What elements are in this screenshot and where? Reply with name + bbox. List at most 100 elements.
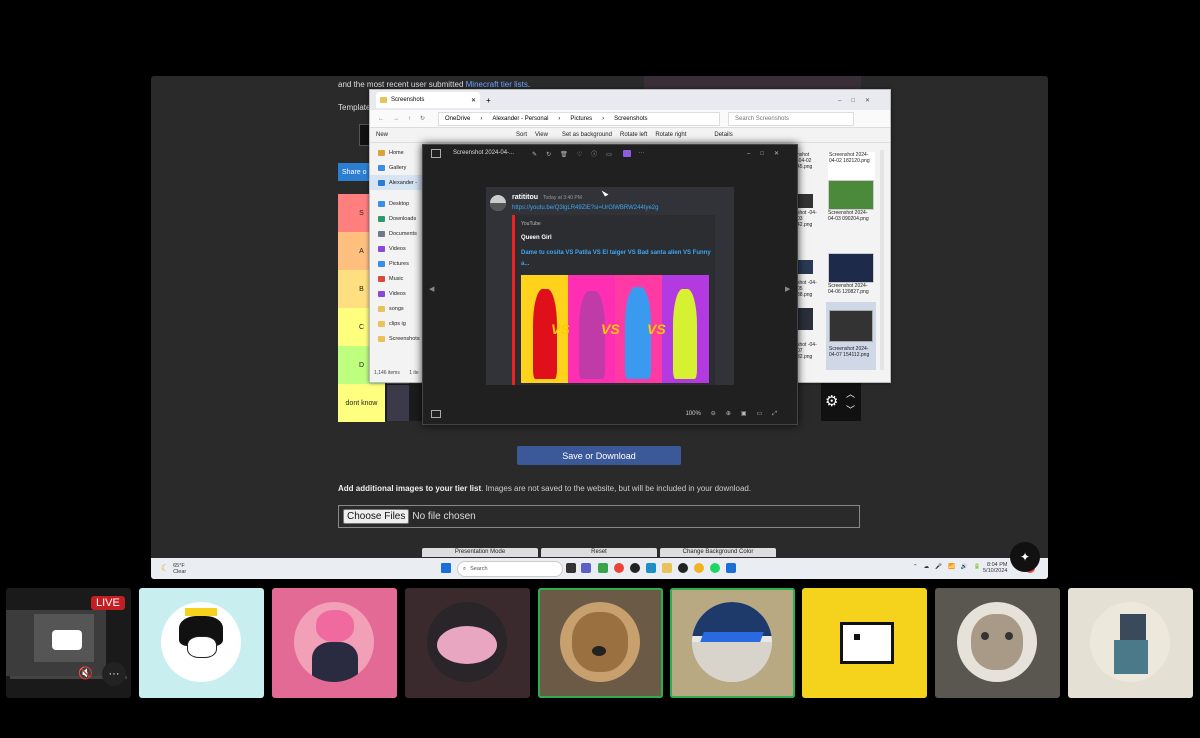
share-button[interactable]: Share o <box>338 163 370 181</box>
sidebar-item-3[interactable]: Alexander - <box>370 175 425 190</box>
task-view-icon[interactable] <box>566 563 576 573</box>
participant-tile-4[interactable] <box>538 588 663 698</box>
window-controls[interactable]: –□✕ <box>838 97 880 104</box>
choose-files-button[interactable]: Choose Files <box>343 509 410 524</box>
sidebar-item-6[interactable]: Documents <box>370 226 425 241</box>
sidebar-item-2[interactable]: Gallery <box>370 160 425 175</box>
breadcrumb-onedrive[interactable]: OneDrive <box>445 116 470 122</box>
presentation-mode-button[interactable]: Presentation Mode <box>422 548 538 557</box>
more-options-icon[interactable]: ··· <box>639 150 645 156</box>
explorer-icon[interactable] <box>662 563 672 573</box>
sidebar-item-10[interactable]: Videos <box>370 286 425 301</box>
sort-button[interactable]: Sort <box>516 132 527 138</box>
youtube-link[interactable]: https://youtu.be/Q3lgLR49ZlE?si=UrGlWBRW… <box>512 205 658 211</box>
explorer-tab[interactable]: Screenshots ✕ <box>376 92 480 108</box>
breadcrumb[interactable]: OneDrive › Alexander - Personal › Pictures… <box>438 111 721 126</box>
clipchamp-icon[interactable] <box>622 149 631 157</box>
minecraft-icon[interactable] <box>598 563 608 573</box>
taskbar-clock[interactable]: 8:04 PM 5/10/2024 <box>983 562 1007 574</box>
participant-tile-6[interactable] <box>802 588 927 698</box>
view-button[interactable]: View <box>535 132 548 138</box>
sidebar-item-4[interactable]: Desktop <box>370 196 425 211</box>
sidebar-item-1[interactable]: Home <box>370 145 425 160</box>
browser-icon[interactable] <box>614 563 624 573</box>
file-thumbnail[interactable] <box>828 253 874 283</box>
close-tab-icon[interactable]: ✕ <box>471 97 476 104</box>
reset-button[interactable]: Reset <box>541 548 657 557</box>
sidebar-item-13[interactable]: Screenshots <box>370 331 425 346</box>
embed-video-title[interactable]: Dame tu cosita VS Patila VS El taiger VS… <box>521 248 711 270</box>
mute-icon[interactable]: 🔇 <box>78 666 93 680</box>
video-thumbnail[interactable]: VS VS VS <box>521 275 709 383</box>
file-thumbnail[interactable] <box>797 260 813 274</box>
sidebar-item-5[interactable]: Downloads <box>370 211 425 226</box>
breadcrumb-screenshots[interactable]: Screenshots <box>614 116 647 122</box>
new-button[interactable]: New <box>376 132 388 138</box>
sidebar-item-7[interactable]: Videos <box>370 241 425 256</box>
recent-tier-lists-text: and the most recent user submitted Minec… <box>338 80 530 89</box>
steam-icon[interactable] <box>678 563 688 573</box>
sidebar-item-8[interactable]: Pictures <box>370 256 425 271</box>
file-thumbnail[interactable] <box>828 180 874 210</box>
gear-icon[interactable]: ⚙ <box>825 392 838 410</box>
soundboard-button[interactable]: ✦ <box>1010 542 1040 572</box>
participant-tile-3[interactable] <box>405 588 530 698</box>
breadcrumb-personal[interactable]: Alexander - Personal <box>492 116 548 122</box>
store-icon[interactable] <box>646 563 656 573</box>
obs-icon[interactable] <box>630 563 640 573</box>
file-thumbnail[interactable] <box>797 194 813 208</box>
taskbar-search-input[interactable]: ⌕ Search <box>457 561 563 577</box>
photos-icon[interactable] <box>726 563 736 573</box>
gallery-icon[interactable] <box>431 148 441 158</box>
file-input[interactable]: Choose Files No file chosen <box>338 505 860 528</box>
teams-icon[interactable] <box>581 563 591 573</box>
system-tray-icons[interactable]: ⌃☁🎤📶🔊🔋 <box>913 564 987 570</box>
selected-file[interactable]: Screenshot 2024-04-07 154112.png <box>826 302 876 370</box>
nav-buttons-icon[interactable]: ←→↑↻ <box>378 115 434 122</box>
cloud-icon <box>378 179 385 186</box>
previous-image-icon[interactable]: ◀ <box>429 285 434 293</box>
music-icon <box>378 275 385 282</box>
sidebar-item-9[interactable]: Music <box>370 271 425 286</box>
more-options-icon[interactable]: ··· <box>102 662 126 686</box>
chevron-up-icon[interactable]: ︿ <box>846 387 855 400</box>
vs-graphic: VS <box>551 321 570 337</box>
participant-tile-7[interactable] <box>935 588 1060 698</box>
chevron-down-icon[interactable]: ﹀ <box>846 403 855 416</box>
item-count: 1,146 items <box>374 370 400 376</box>
explorer-scrollbar[interactable] <box>880 150 884 370</box>
change-background-color-button[interactable]: Change Background Color <box>660 548 776 557</box>
participant-tile-2[interactable] <box>272 588 397 698</box>
save-or-download-button[interactable]: Save or Download <box>517 446 681 465</box>
details-button[interactable]: Details <box>714 132 732 138</box>
chrome-icon[interactable] <box>694 563 704 573</box>
next-image-icon[interactable]: ▶ <box>785 285 790 293</box>
zoom-controls[interactable]: ⊖⊕▣▭⤢ <box>711 410 787 418</box>
explorer-search-input[interactable]: Search Screenshots <box>728 111 855 126</box>
tier-item-image[interactable] <box>387 385 409 421</box>
minecraft-tier-lists-link[interactable]: Minecraft tier lists <box>466 80 528 89</box>
file-thumbnail[interactable] <box>797 308 813 330</box>
weather-temp[interactable]: 65°F <box>173 563 186 569</box>
camera-icon[interactable] <box>52 630 82 650</box>
sidebar-item-label: songs <box>389 305 404 312</box>
screen-share-tile[interactable]: LIVE 🔇 ··· <box>6 588 131 698</box>
filmstrip-icon[interactable] <box>431 410 441 418</box>
rotate-right-button[interactable]: Rotate right <box>655 132 686 138</box>
breadcrumb-pictures[interactable]: Pictures <box>570 116 592 122</box>
participant-tile-8[interactable] <box>1068 588 1193 698</box>
tier-label-6[interactable]: dont know <box>338 384 385 422</box>
viewer-toolbar-icons[interactable]: ✎↻🗑♡ⓘ▭ <box>532 149 621 158</box>
new-tab-icon[interactable]: + <box>486 96 491 105</box>
viewer-window-controls[interactable]: –□✕ <box>747 150 789 157</box>
spotify-icon[interactable] <box>710 563 720 573</box>
sidebar-item-11[interactable]: songs <box>370 301 425 316</box>
set-as-background-button[interactable]: Set as background <box>562 132 612 138</box>
participant-tile-5[interactable] <box>670 588 795 698</box>
participant-tile-1[interactable] <box>139 588 264 698</box>
sidebar-item-label: Pictures <box>389 260 409 267</box>
windows-start-icon[interactable] <box>441 563 451 573</box>
weather-desc[interactable]: Clear <box>173 569 186 575</box>
rotate-left-button[interactable]: Rotate left <box>620 132 647 138</box>
sidebar-item-12[interactable]: clips ig <box>370 316 425 331</box>
